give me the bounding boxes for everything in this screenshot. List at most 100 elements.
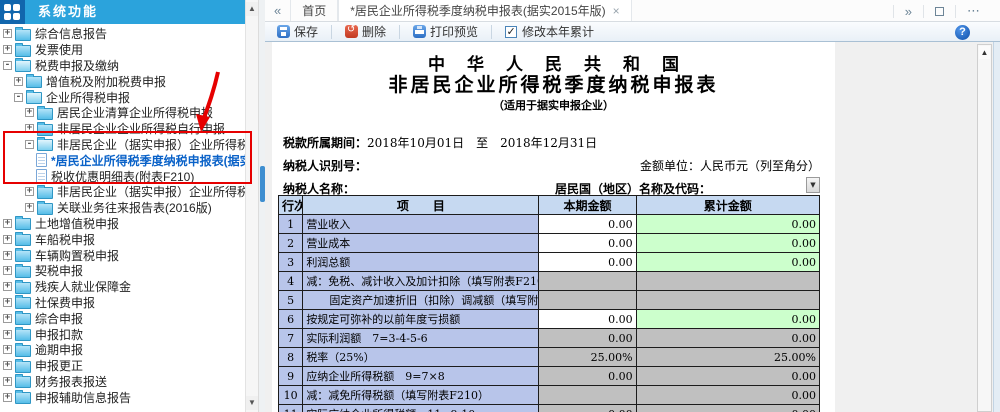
table-header-row: 行次 项 目 本期金额 累计金额 [277,195,821,215]
print-preview-button[interactable]: 打印预览 [409,23,482,40]
folder-icon [15,374,31,389]
more-options-icon[interactable]: ⋯ [967,3,980,19]
expand-icon[interactable]: + [3,345,12,355]
tabs-scroll-left-icon[interactable]: « [265,1,290,21]
current-amount-cell[interactable]: 0.00 [538,309,637,329]
tree-item-label: 财务报表报送 [35,374,108,389]
tree-item[interactable]: + 契税申报 [0,263,245,279]
expand-icon[interactable]: + [3,361,12,371]
expand-icon[interactable]: + [3,376,12,386]
sidebar-scrollbar[interactable]: ▲ ▼ [245,0,258,412]
current-amount-cell[interactable]: 0.00 [538,233,637,253]
scroll-up-icon[interactable]: ▲ [979,46,990,59]
tree-item-label: 增值税及附加税费申报 [46,74,167,89]
tabs-scroll-right-icon[interactable]: » [905,4,912,19]
current-amount-cell[interactable]: 0.00 [538,214,637,234]
expand-icon[interactable]: + [3,45,12,55]
tree-item[interactable]: 税收优惠明细表(附表F210) [0,168,245,184]
cumulative-amount-cell[interactable]: 0.00 [635,309,821,329]
save-button[interactable]: 保存 [273,23,322,40]
collapse-icon[interactable]: - [25,139,34,149]
collapse-icon[interactable]: - [14,92,23,102]
tree-item[interactable]: + 非居民企业企业所得税自行申报 [0,121,245,137]
scroll-down-icon[interactable]: ▼ [246,396,258,410]
table-row: 6 按规定可弥补的以前年度亏损额 0.00 0.00 [277,309,821,329]
grid-menu-icon[interactable] [0,0,25,24]
expand-icon[interactable]: + [3,234,12,244]
tree-item[interactable]: - 非居民企业（据实申报）企业所得税月(季)度申报 [0,137,245,153]
col-header-row-no: 行次 [277,195,304,215]
current-amount-cell[interactable]: 0.00 [538,252,637,272]
tree-item[interactable]: + 申报更正 [0,358,245,374]
tree-item[interactable]: + 社保费申报 [0,295,245,311]
tree-item[interactable]: + 居民企业清算企业所得税申报 [0,105,245,121]
tree-item[interactable]: + 逾期申报 [0,342,245,358]
table-row: 4 减：免税、减计收入及加计扣除（填写附表F210） [277,271,821,291]
table-row: 3 利润总额 0.00 0.00 [277,252,821,272]
folder-icon [15,327,31,342]
tree-item[interactable]: + 增值税及附加税费申报 [0,73,245,89]
modify-cumulative-toggle[interactable]: ✓ 修改本年累计 [501,23,598,40]
row-number: 2 [277,233,304,253]
tree-item[interactable]: + 财务报表报送 [0,374,245,390]
table-row: 10 减：减免所得税额（填写附表F210） 0.00 [277,385,821,405]
expand-icon[interactable]: + [25,187,34,197]
expand-icon[interactable]: + [3,266,12,276]
checkbox-checked-icon[interactable]: ✓ [505,25,518,38]
col-header-cumulative: 累计金额 [635,195,821,215]
expand-icon[interactable]: + [3,250,12,260]
expand-icon[interactable]: + [3,218,12,228]
row-number: 7 [277,328,304,348]
cumulative-amount-cell[interactable]: 0.00 [635,233,821,253]
folder-icon [37,121,53,136]
row-item-label: 按规定可弥补的以前年度亏损额 [302,309,540,329]
expand-icon[interactable]: + [3,313,12,323]
cumulative-amount-cell[interactable]: 0.00 [635,214,821,234]
expand-icon[interactable]: + [3,29,12,39]
row-item-label: 实际利润额 7=3-4-5-6 [302,328,540,348]
content-scrollbar[interactable]: ▲ [977,44,992,412]
tab-home[interactable]: 首页 [290,0,339,21]
cumulative-amount-cell[interactable]: 0.00 [635,252,821,272]
tree-item-label: 申报扣款 [35,327,84,342]
tree-item-label: 申报更正 [35,359,84,374]
expand-icon[interactable]: + [3,392,12,402]
expand-icon[interactable]: + [3,297,12,307]
tree-item-label: 契税申报 [35,264,84,279]
folder-icon [15,390,31,405]
tree-item[interactable]: + 残疾人就业保障金 [0,279,245,295]
tree-item[interactable]: - 企业所得税申报 [0,89,245,105]
tree-item[interactable]: + 申报扣款 [0,326,245,342]
collapse-icon[interactable]: - [3,60,12,70]
current-amount-cell [538,271,637,291]
tree-item[interactable]: + 发票使用 [0,42,245,58]
expand-icon[interactable]: + [25,108,34,118]
tree-item[interactable]: + 关联业务往来报告表(2016版) [0,200,245,216]
print-preview-label: 打印预览 [430,25,479,39]
resident-country-dropdown-icon[interactable]: ▼ [806,177,820,193]
tree-item[interactable]: + 车辆购置税申报 [0,247,245,263]
folder-open-icon [15,58,31,73]
tree-item[interactable]: + 综合申报 [0,310,245,326]
tree-item[interactable]: + 土地增值税申报 [0,216,245,232]
tab-quarterly-return[interactable]: *居民企业所得税季度纳税申报表(据实2015年版) × [338,0,632,21]
tree-item[interactable]: + 综合信息报告 [0,26,245,42]
maximize-icon[interactable] [935,6,944,16]
scroll-up-icon[interactable]: ▲ [246,2,258,16]
tree-item[interactable]: + 申报辅助信息报告 [0,389,245,405]
tree-item-label: 税费申报及缴纳 [35,59,120,73]
expand-icon[interactable]: + [3,282,12,292]
expand-icon[interactable]: + [3,329,12,339]
expand-icon[interactable]: + [25,203,34,213]
close-tab-icon[interactable]: × [613,5,620,17]
tree-item[interactable]: + 非居民企业（据实申报）企业所得税年度申报 [0,184,245,200]
tree-item[interactable]: *居民企业所得税季度纳税申报表(据实2015年版) [0,152,245,168]
expand-icon[interactable]: + [14,76,23,86]
tree-item[interactable]: + 车船税申报 [0,231,245,247]
delete-button[interactable]: 删除 [341,23,390,40]
tree-item[interactable]: - 税费申报及缴纳 [0,58,245,74]
row-item-label: 税率（25%） [302,347,540,367]
expand-icon[interactable]: + [25,124,34,134]
help-icon[interactable]: ? [955,25,970,40]
form-subtitle: （适用于据实申报企业） [493,99,614,112]
